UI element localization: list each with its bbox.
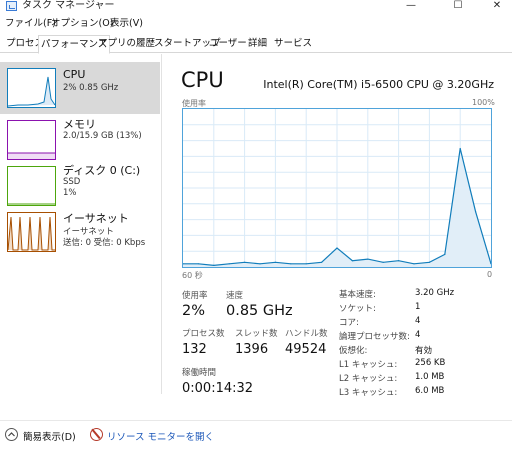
- sidebar-item-detail: 2.0/15.9 GB (13%): [63, 131, 142, 141]
- resource-monitor-icon: [90, 428, 103, 441]
- spec-value: 4: [415, 316, 421, 326]
- resource-sidebar: CPU 2% 0.85 GHz メモリ 2.0/15.9 GB (13%) ディ…: [0, 54, 162, 394]
- cpu-usage-point: [459, 147, 461, 150]
- sidebar-item-detail-secondary: 送信: 0 受信: 0 Kbps: [63, 238, 146, 248]
- tab-services[interactable]: サービス: [272, 37, 314, 53]
- threads-value: 1396: [235, 342, 269, 357]
- spec-label: 仮想化:: [339, 346, 368, 356]
- compact-view-link[interactable]: 簡易表示(D): [23, 429, 76, 443]
- processes-value: 132: [182, 342, 207, 357]
- sidebar-item-memory[interactable]: メモリ 2.0/15.9 GB (13%): [0, 114, 160, 166]
- spec-label: L2 キャッシュ:: [339, 374, 398, 384]
- close-button[interactable]: ✕: [482, 0, 512, 12]
- window-title: タスク マネージャー: [22, 0, 115, 11]
- speed-value: 0.85 GHz: [226, 303, 293, 319]
- memory-thumbnail-graph: [7, 120, 56, 160]
- title-bar: タスク マネージャー — ☐ ✕: [0, 0, 512, 14]
- cpu-usage-point: [244, 261, 246, 263]
- graph-y-max-label: 100%: [472, 98, 495, 107]
- sidebar-item-label: ディスク 0 (C:): [63, 164, 141, 177]
- sidebar-item-cpu[interactable]: CPU 2% 0.85 GHz: [0, 62, 160, 114]
- cpu-usage-point: [382, 261, 384, 263]
- sidebar-item-ethernet[interactable]: イーサネット イーサネット 送信: 0 受信: 0 Kbps: [0, 206, 160, 258]
- uptime-value: 0:00:14:32: [182, 381, 254, 396]
- uptime-label: 稼働時間: [182, 368, 217, 378]
- speed-label: 速度: [226, 291, 244, 301]
- graph-x-start-label: 60 秒: [182, 271, 203, 280]
- cpu-usage-point: [428, 261, 430, 263]
- cpu-usage-point: [336, 247, 338, 249]
- tab-details[interactable]: 詳細: [246, 37, 269, 53]
- cpu-usage-point: [213, 264, 215, 266]
- handles-value: 49524: [285, 342, 327, 357]
- cpu-thumbnail-graph: [7, 68, 56, 108]
- spec-value: 1.0 MB: [415, 372, 445, 382]
- disk-thumbnail-graph: [7, 166, 56, 206]
- minimize-button[interactable]: —: [396, 0, 426, 12]
- cpu-usage-point: [290, 263, 292, 265]
- cpu-usage-point: [321, 261, 323, 263]
- cpu-usage-point: [413, 263, 415, 265]
- spec-label: L3 キャッシュ:: [339, 388, 398, 398]
- sidebar-item-detail: SSD: [63, 177, 81, 187]
- menu-bar: ファイル(F) オプション(O) 表示(V): [0, 16, 512, 34]
- tab-users[interactable]: ユーザー: [207, 37, 249, 53]
- cpu-usage-point: [398, 260, 400, 262]
- menu-view[interactable]: 表示(V): [110, 18, 143, 30]
- spec-value: 256 KB: [415, 358, 446, 368]
- sidebar-item-label: CPU: [63, 68, 86, 81]
- sidebar-item-disk[interactable]: ディスク 0 (C:) SSD 1%: [0, 160, 160, 212]
- sidebar-item-label: メモリ: [63, 118, 96, 131]
- spec-value: 4: [415, 330, 421, 340]
- cpu-usage-graph: [182, 108, 492, 268]
- footer-bar: 簡易表示(D) リソース モニターを開く: [0, 420, 512, 450]
- spec-value: 1: [415, 302, 421, 312]
- spec-value: 有効: [415, 346, 433, 356]
- sidebar-item-detail: 2% 0.85 GHz: [63, 83, 119, 93]
- open-resource-monitor-link[interactable]: リソース モニターを開く: [107, 429, 214, 443]
- task-manager-app-icon: [6, 1, 17, 11]
- maximize-button[interactable]: ☐: [443, 0, 473, 12]
- ethernet-thumbnail-graph: [7, 212, 56, 252]
- cpu-usage-point: [274, 261, 276, 263]
- spec-label: L1 キャッシュ:: [339, 360, 398, 370]
- graph-x-end-label: 0: [487, 270, 493, 279]
- cpu-usage-point: [197, 263, 199, 265]
- spec-value: 3.20 GHz: [415, 288, 455, 298]
- threads-label: スレッド数: [235, 329, 278, 339]
- cpu-usage-point: [475, 211, 477, 213]
- cpu-usage-point: [351, 260, 353, 262]
- sidebar-item-label: イーサネット: [63, 212, 129, 225]
- tab-bar: プロセス パフォーマンス アプリの履歴 スタートアップ ユーザー 詳細 サービス: [0, 35, 512, 54]
- cpu-usage-point: [367, 258, 369, 260]
- tab-app-history[interactable]: アプリの履歴: [96, 37, 157, 53]
- chevron-up-icon[interactable]: [5, 428, 18, 441]
- page-title: CPU: [181, 68, 224, 92]
- cpu-usage-point: [444, 253, 446, 255]
- cpu-usage-point: [259, 263, 261, 265]
- spec-label: コア:: [339, 318, 359, 328]
- usage-label: 使用率: [182, 291, 208, 301]
- menu-options[interactable]: オプション(O): [51, 18, 113, 30]
- spec-label: ソケット:: [339, 304, 376, 314]
- cpu-usage-chart-svg: [183, 109, 491, 267]
- handles-label: ハンドル数: [285, 329, 328, 339]
- cpu-usage-point: [228, 263, 230, 265]
- menu-file[interactable]: ファイル(F): [5, 18, 56, 30]
- cpu-model-name: Intel(R) Core(TM) i5-6500 CPU @ 3.20GHz: [263, 78, 494, 91]
- spec-label: 論理プロセッサ数:: [339, 332, 410, 342]
- spec-value: 6.0 MB: [415, 386, 445, 396]
- sidebar-item-detail-secondary: 1%: [63, 188, 77, 198]
- cpu-usage-point: [305, 263, 307, 265]
- spec-label: 基本速度:: [339, 290, 376, 300]
- usage-value: 2%: [182, 303, 206, 319]
- processes-label: プロセス数: [182, 329, 225, 339]
